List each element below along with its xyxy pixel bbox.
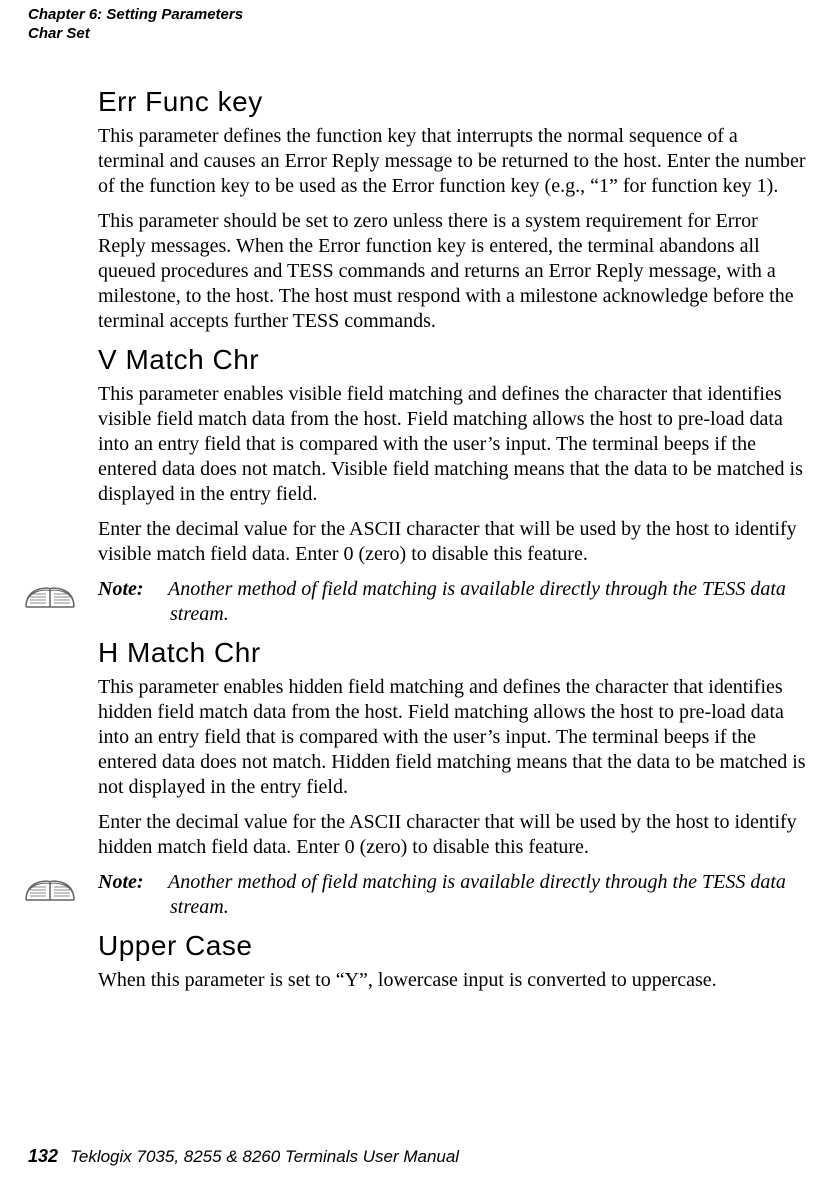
heading-h-match-chr: H Match Chr (98, 637, 808, 669)
note-block: Note:Another method of field matching is… (98, 870, 808, 920)
note-label: Note: (98, 577, 168, 602)
chapter-title: Chapter 6: Setting Parameters (28, 6, 243, 25)
heading-upper-case: Upper Case (98, 930, 808, 962)
paragraph: Enter the decimal value for the ASCII ch… (98, 810, 808, 860)
page-number: 132 (28, 1146, 58, 1166)
paragraph: This parameter enables hidden field matc… (98, 675, 808, 800)
paragraph: This parameter should be set to zero unl… (98, 209, 808, 334)
open-book-icon (24, 870, 76, 906)
note-label: Note: (98, 870, 168, 895)
section-title: Char Set (28, 25, 243, 44)
note-text: Note:Another method of field matching is… (170, 870, 808, 920)
paragraph: Enter the decimal value for the ASCII ch… (98, 517, 808, 567)
page-content: Err Func key This parameter defines the … (98, 86, 808, 1003)
paragraph: This parameter defines the function key … (98, 124, 808, 199)
running-header: Chapter 6: Setting Parameters Char Set (28, 6, 243, 44)
note-body: Another method of field matching is avai… (168, 578, 786, 625)
paragraph: This parameter enables visible field mat… (98, 382, 808, 507)
note-body: Another method of field matching is avai… (168, 871, 786, 918)
note-text: Note:Another method of field matching is… (170, 577, 808, 627)
paragraph: When this parameter is set to “Y”, lower… (98, 968, 808, 993)
note-block: Note:Another method of field matching is… (98, 577, 808, 627)
heading-err-func-key: Err Func key (98, 86, 808, 118)
open-book-icon (24, 577, 76, 613)
page-footer: 132 Teklogix 7035, 8255 & 8260 Terminals … (28, 1146, 459, 1167)
manual-title: Teklogix 7035, 8255 & 8260 Terminals Use… (70, 1147, 459, 1166)
heading-v-match-chr: V Match Chr (98, 344, 808, 376)
